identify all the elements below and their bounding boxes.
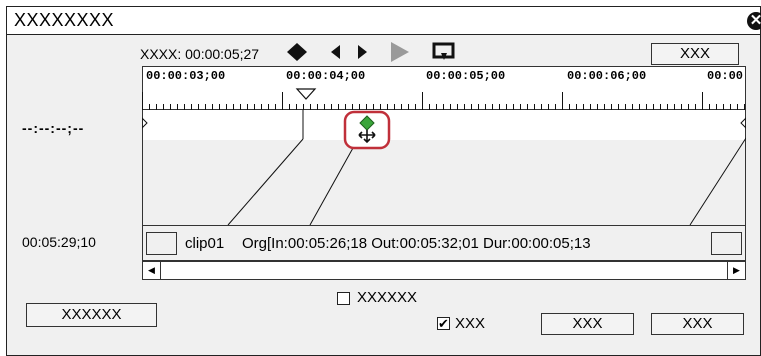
- next-icon[interactable]: [356, 42, 370, 62]
- current-timecode-label: XXXX: 00:00:05;27: [140, 46, 260, 62]
- left-action-button[interactable]: XXXXXX: [26, 303, 157, 327]
- clip-out-thumbnail: [711, 232, 742, 255]
- loop-icon[interactable]: [432, 42, 456, 62]
- keyframe-diamond-icon[interactable]: [284, 41, 310, 63]
- current-timecode: --:--:--;--: [22, 120, 85, 136]
- prev-icon[interactable]: [328, 42, 342, 62]
- clip-in-thumbnail: [146, 232, 177, 255]
- scroll-right-icon[interactable]: ▶: [727, 262, 745, 279]
- title-bar: [6, 6, 761, 35]
- close-icon[interactable]: ✕: [747, 12, 761, 30]
- clip-name: clip01: [185, 235, 225, 252]
- toolbar-button[interactable]: XXX: [651, 43, 739, 65]
- clip-info: Org[In:00:05:26;18 Out:00:05:32;01 Dur:0…: [242, 235, 591, 252]
- duration-timecode: 00:05:29;10: [22, 234, 96, 250]
- checkbox-1[interactable]: [337, 292, 350, 305]
- checkbox-2-label: XXX: [455, 315, 486, 332]
- checkbox-2[interactable]: ✔: [437, 317, 450, 330]
- cancel-button[interactable]: XXX: [651, 313, 744, 335]
- scroll-left-icon[interactable]: ◀: [143, 262, 161, 279]
- play-icon[interactable]: [388, 40, 412, 64]
- horizontal-scrollbar[interactable]: [142, 261, 746, 280]
- keyframe-marker-icon[interactable]: [343, 110, 391, 152]
- playhead-icon[interactable]: [295, 87, 317, 101]
- ok-button[interactable]: XXX: [541, 313, 634, 335]
- dialog-title: XXXXXXXX: [14, 10, 115, 30]
- checkbox-1-label: XXXXXX: [357, 289, 418, 306]
